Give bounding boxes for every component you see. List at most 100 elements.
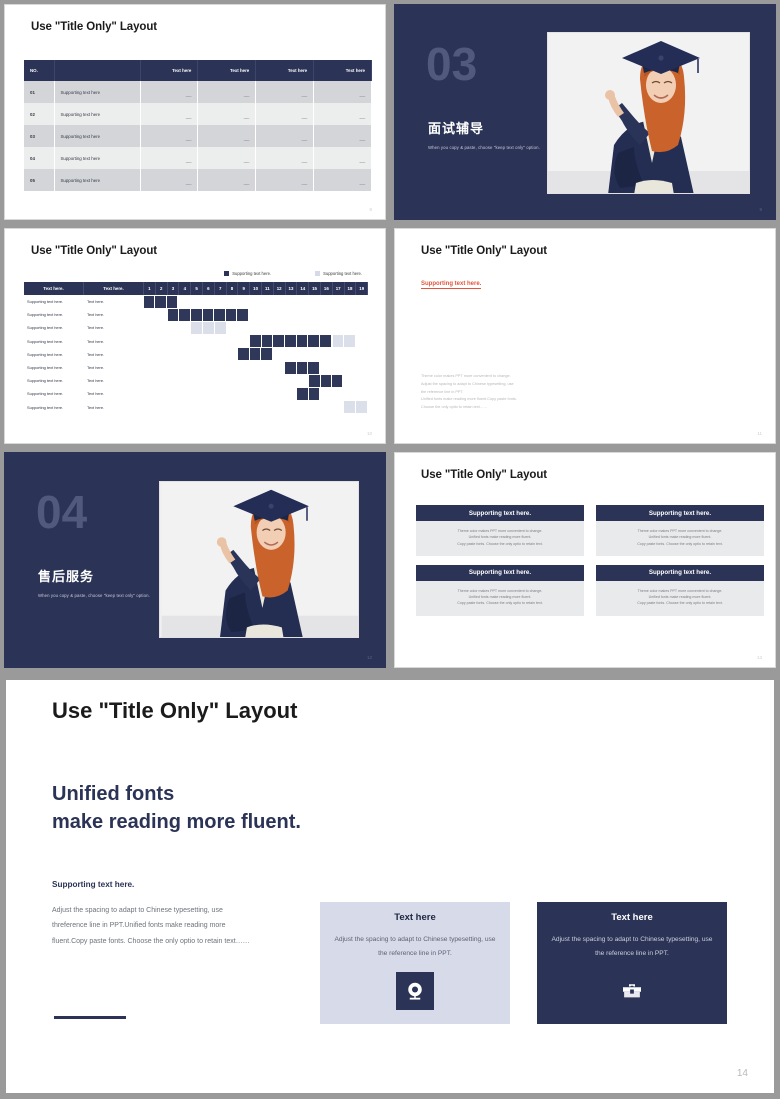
gantt-bar-segment	[356, 401, 368, 414]
gantt-bar-segment	[144, 295, 156, 308]
info-card[interactable]: Supporting text here. Theme color makes …	[596, 564, 764, 616]
gantt-bar[interactable]	[332, 335, 357, 348]
gantt-task-sub: Text here.	[87, 391, 105, 397]
slide-detail-view[interactable]: Use "Title Only" Layout Unified fonts ma…	[0, 672, 780, 1099]
page-title: Use "Title Only" Layout	[421, 245, 547, 257]
cell-value: -----	[313, 103, 372, 125]
gantt-tick: 1	[144, 282, 156, 295]
cell-value: -----	[197, 169, 257, 191]
gantt-task-sub: Text here.	[87, 365, 105, 371]
slide-cards[interactable]: Use "Title Only" Layout Supporting text …	[394, 452, 776, 668]
gantt-body: Supporting text here. Text here. Supportin…	[24, 295, 368, 414]
gantt-bar-segment	[203, 308, 215, 321]
gantt-tick: 7	[215, 282, 227, 295]
gantt-bar-segment	[168, 308, 180, 321]
gantt-bar-segment	[333, 335, 345, 348]
gantt-bar-segment	[344, 335, 357, 348]
gantt-tick: 17	[333, 282, 345, 295]
cell-no: 03	[24, 125, 55, 147]
gantt-tick: 10	[250, 282, 262, 295]
gantt-bar-segment	[226, 308, 238, 321]
card-title: Supporting text here.	[596, 505, 764, 521]
cell-no: 04	[24, 147, 55, 169]
gantt-tick: 15	[309, 282, 321, 295]
table-row: 03 Supporting text here ----- ----- ----…	[24, 125, 372, 147]
slide-gantt[interactable]: Use "Title Only" Layout Supporting text …	[4, 228, 386, 444]
th-desc	[54, 60, 141, 81]
cell-value: -----	[255, 169, 315, 191]
section-title: 售后服务	[38, 569, 95, 584]
gantt-bar[interactable]	[167, 308, 251, 321]
paragraph-line: Theme color makes PPT more convenient to…	[421, 374, 511, 378]
feature-card-dark[interactable]: Text here Adjust the spacing to adapt to…	[537, 902, 727, 1024]
gantt-bar[interactable]	[309, 374, 345, 387]
card-line: Copy paste fonts. Choose the only optio …	[637, 541, 723, 546]
gantt-bar[interactable]	[344, 401, 368, 414]
feature-card-light[interactable]: Text here Adjust the spacing to adapt to…	[320, 902, 510, 1024]
card-text: Adjust the spacing to adapt to Chinese t…	[551, 936, 713, 957]
gantt-bar-segment	[179, 308, 191, 321]
info-card[interactable]: Supporting text here. Theme color makes …	[416, 564, 584, 616]
toolbox-icon	[613, 972, 651, 1010]
slide-section-03[interactable]: 03 面试辅导 When you copy & paste, choose "k…	[394, 4, 776, 220]
gantt-tick: 16	[321, 282, 333, 295]
headline-line-1: Unified fonts	[52, 783, 175, 805]
table-row: 04 Supporting text here ----- ----- ----…	[24, 147, 372, 169]
card-text: Adjust the spacing to adapt to Chinese t…	[334, 936, 496, 957]
gantt-task-name: Supporting text here.	[27, 391, 64, 397]
gantt-bar-segment	[332, 374, 344, 387]
card-body: Theme color makes PPT more convenient to…	[596, 581, 764, 616]
gantt-bar-segment	[320, 335, 332, 348]
gantt-bar[interactable]	[144, 295, 180, 308]
card-body: Theme color makes PPT more convenient to…	[596, 521, 764, 556]
info-card[interactable]: Supporting text here. Theme color makes …	[596, 505, 764, 556]
gantt-task-name: Supporting text here.	[27, 404, 64, 410]
legend-label: Supporting text here.	[323, 271, 362, 276]
cell-no: 02	[24, 103, 55, 125]
slide-text[interactable]: Use "Title Only" Layout Supporting text …	[394, 228, 776, 444]
gantt-bar-segment	[167, 295, 179, 308]
cell-desc: Supporting text here	[54, 125, 141, 147]
gantt-bar-segment	[203, 321, 215, 334]
gantt-bar[interactable]	[238, 348, 274, 361]
cell-value: -----	[140, 147, 199, 169]
gantt-tick: 18	[345, 282, 357, 295]
supporting-text-link[interactable]: Supporting text here.	[421, 281, 482, 289]
gantt-tick: 11	[262, 282, 274, 295]
gantt-bar-segment	[297, 335, 309, 348]
slide-table[interactable]: Use "Title Only" Layout NO. Text here Te…	[4, 4, 386, 220]
slide-section-04[interactable]: 04 售后服务 When you copy & paste, choose "k…	[4, 452, 386, 668]
gantt-bar[interactable]	[297, 387, 321, 400]
gantt-bar-segment	[285, 335, 297, 348]
card-grid: Supporting text here. Theme color makes …	[416, 505, 764, 616]
gantt-bar[interactable]	[191, 321, 227, 334]
gantt-task-sub: Text here.	[87, 404, 105, 410]
paragraph-line: Unified fonts make reading more fluent.C…	[421, 397, 517, 402]
paragraph-block: Theme color makes PPT more convenient to…	[421, 373, 596, 412]
gantt-bar[interactable]	[250, 335, 333, 348]
card-line: Copy paste fonts. Choose the only optio …	[457, 601, 543, 606]
gantt-row: Supporting text here. Text here.	[24, 348, 368, 361]
gantt-tick: 14	[297, 282, 310, 295]
legend-item-light: Supporting text here.	[315, 271, 362, 276]
graduate-photo	[159, 481, 359, 638]
webcam-glyph	[408, 982, 422, 1000]
cell-value: -----	[140, 169, 199, 191]
gantt-bar-segment	[309, 387, 320, 400]
gantt-task-name: Supporting text here.	[27, 378, 64, 384]
gantt-bar-segment	[297, 361, 309, 374]
cell-value: -----	[313, 147, 372, 169]
gantt-col-header-1: Text here.	[24, 282, 84, 295]
card-title: Text here	[394, 912, 436, 923]
page-title: Use "Title Only" Layout	[421, 469, 547, 481]
gantt-task-name: Supporting text here.	[27, 312, 64, 318]
gantt-bar[interactable]	[285, 361, 321, 374]
chart-legend: Supporting text here. Supporting text he…	[224, 271, 362, 276]
info-card[interactable]: Supporting text here. Theme color makes …	[416, 505, 584, 556]
gantt-tick: 4	[179, 282, 192, 295]
th-value-2: Text here	[197, 60, 257, 81]
graduate-woman-illustration	[161, 482, 358, 637]
cell-value: -----	[255, 125, 315, 147]
divider-rule	[54, 1016, 126, 1019]
cell-value: -----	[197, 103, 257, 125]
